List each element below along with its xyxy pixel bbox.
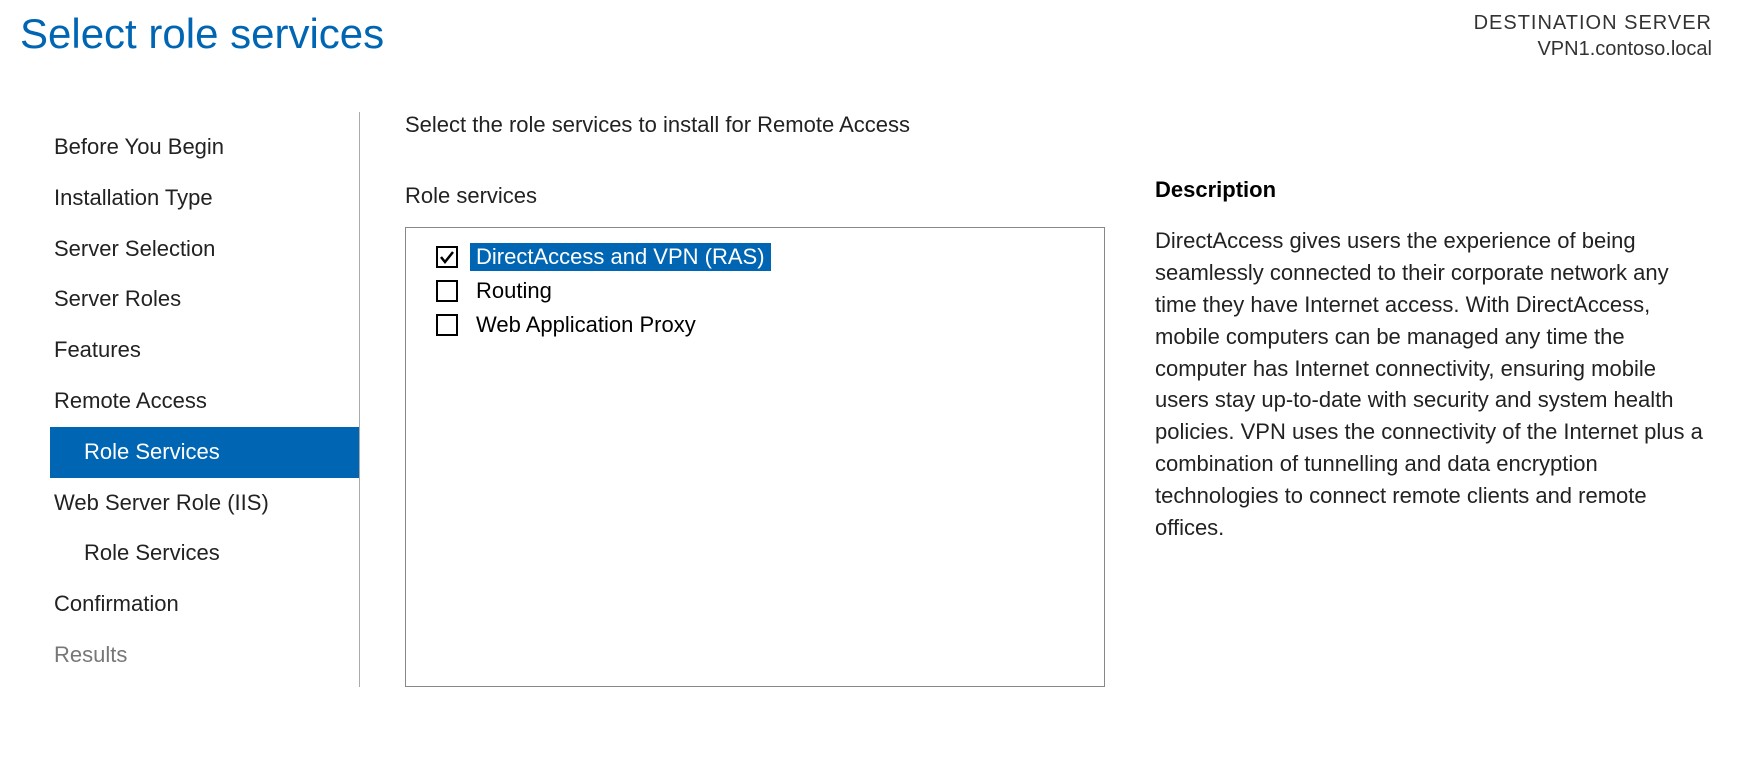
nav-item[interactable]: Role Services [50,427,359,478]
page-title: Select role services [20,10,384,58]
role-services-list: DirectAccess and VPN (RAS) Routing Web App… [405,227,1105,687]
destination-server-name: VPN1.contoso.local [1474,36,1712,62]
destination-server-block: DESTINATION SERVER VPN1.contoso.local [1474,10,1712,62]
wizard-header: Select role services DESTINATION SERVER … [0,0,1752,82]
nav-item[interactable]: Role Services [50,528,359,579]
checkbox[interactable] [436,314,458,336]
nav-item[interactable]: Server Selection [50,224,359,275]
content-area: Select the role services to install for … [360,112,1712,687]
role-service-row: Routing [436,277,1074,305]
nav-item[interactable]: Remote Access [50,376,359,427]
role-services-label: Role services [405,183,1105,209]
nav-item[interactable]: Features [50,325,359,376]
nav-item[interactable]: Before You Begin [50,122,359,173]
nav-item[interactable]: Confirmation [50,579,359,630]
nav-item: Results [50,630,359,681]
role-service-label[interactable]: DirectAccess and VPN (RAS) [470,243,771,271]
role-service-row: Web Application Proxy [436,311,1074,339]
description-text: DirectAccess gives users the experience … [1155,225,1712,544]
role-service-row: DirectAccess and VPN (RAS) [436,243,1074,271]
checkbox[interactable] [436,280,458,302]
nav-item[interactable]: Web Server Role (IIS) [50,478,359,529]
wizard-nav: Before You BeginInstallation TypeServer … [50,112,360,687]
role-services-column: Select the role services to install for … [405,112,1105,687]
role-service-label[interactable]: Routing [470,277,558,305]
instruction-text: Select the role services to install for … [405,112,1105,138]
checkmark-icon [439,249,455,265]
checkbox[interactable] [436,246,458,268]
nav-item[interactable]: Server Roles [50,274,359,325]
description-column: Description DirectAccess gives users the… [1105,112,1712,687]
role-service-label[interactable]: Web Application Proxy [470,311,702,339]
wizard-body: Before You BeginInstallation TypeServer … [0,82,1752,687]
description-heading: Description [1155,177,1712,203]
destination-server-label: DESTINATION SERVER [1474,10,1712,36]
nav-item[interactable]: Installation Type [50,173,359,224]
